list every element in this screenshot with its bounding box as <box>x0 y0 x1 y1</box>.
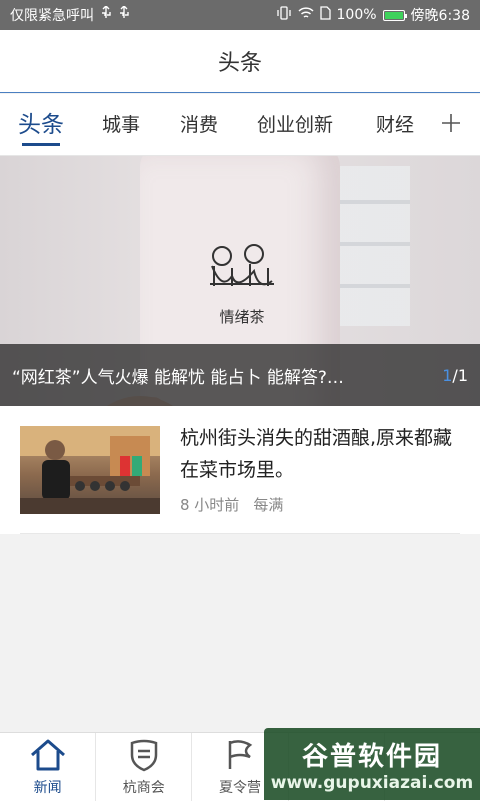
nav-label: 夏令营 <box>219 780 261 796</box>
usb-icon <box>100 5 112 24</box>
news-source: 每满 <box>253 496 284 514</box>
watermark-logo: 谷普软件园 www.gupuxiazai.com <box>264 728 480 800</box>
title-bar: 头条 <box>0 30 480 93</box>
sim-icon <box>319 6 331 24</box>
plus-icon <box>440 112 462 138</box>
status-bar: 仅限紧急呼叫 100% 傍晚6:38 <box>0 0 480 30</box>
add-tab-button[interactable] <box>422 94 480 155</box>
nav-item-news[interactable]: 新闻 <box>0 733 97 801</box>
banner-caption[interactable]: “网红茶”人气火爆 能解忧 能占卜 能解答?… 1/1 <box>0 344 480 406</box>
tab-city[interactable]: 城事 <box>102 94 140 155</box>
tab-finance[interactable]: 财经 <box>376 94 414 155</box>
home-icon <box>28 737 68 777</box>
featured-banner[interactable]: 情绪茶 “网红茶”人气火爆 能解忧 能占卜 能解答?… 1/1 <box>0 156 480 406</box>
banner-cup-logo: 情绪茶 <box>192 236 292 346</box>
news-title[interactable]: 杭州街头消失的甜酒酿,原来都藏在菜市场里。 <box>180 422 462 486</box>
tab-headlines[interactable]: 头条 <box>18 94 64 155</box>
banner-title[interactable]: “网红茶”人气火爆 能解忧 能占卜 能解答?… <box>12 363 432 388</box>
status-carrier-text: 仅限紧急呼叫 <box>10 8 94 24</box>
watermark-title: 谷普软件园 <box>301 741 442 772</box>
vibrate-icon <box>276 6 292 24</box>
list-item[interactable]: 杭州街头消失的甜酒酿,原来都藏在菜市场里。 8 小时前 每满 <box>0 406 480 534</box>
shield-icon <box>126 737 162 777</box>
wifi-icon <box>297 6 314 24</box>
flag-icon <box>222 737 258 777</box>
news-meta: 8 小时前 每满 <box>180 494 283 515</box>
nav-item-chamber[interactable]: 杭商会 <box>96 733 193 801</box>
pager-current: 1 <box>442 365 453 385</box>
category-tabs: 头条 城事 消费 创业创新 财经 <box>0 94 480 156</box>
tab-startup-innovation[interactable]: 创业创新 <box>257 94 333 155</box>
banner-logo-text: 情绪茶 <box>219 308 265 326</box>
pager-total: /1 <box>452 365 468 385</box>
news-thumbnail <box>20 426 160 514</box>
page-title: 头条 <box>217 51 262 76</box>
news-time: 8 小时前 <box>180 496 240 514</box>
battery-icon <box>382 9 407 21</box>
tab-consumption[interactable]: 消费 <box>180 94 218 155</box>
status-time: 傍晚6:38 <box>410 8 470 24</box>
divider <box>20 533 460 534</box>
nav-label: 新闻 <box>33 780 62 796</box>
usb-icon <box>118 5 130 24</box>
nav-label: 杭商会 <box>122 780 165 796</box>
battery-percent: 100% <box>336 7 377 23</box>
banner-pager: 1/1 <box>442 366 468 385</box>
watermark-url: www.gupuxiazai.com <box>270 772 474 793</box>
